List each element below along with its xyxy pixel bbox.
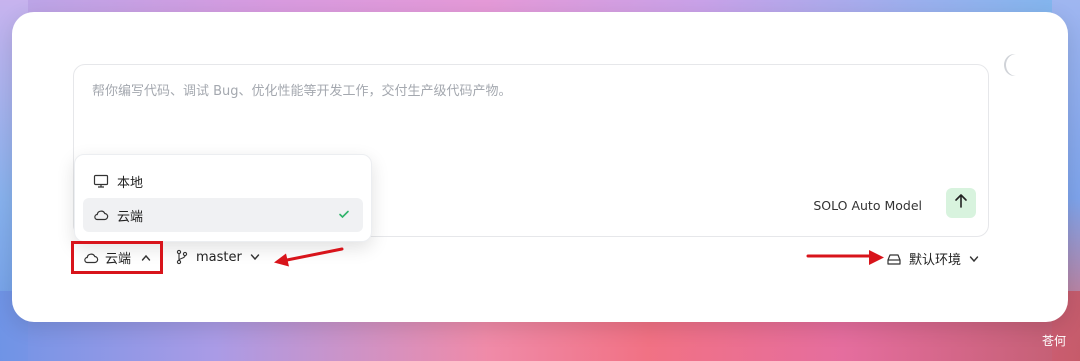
model-selector[interactable]: SOLO Auto Model [813, 198, 922, 213]
runtime-label: 默认环境 [909, 253, 962, 268]
watermark: 苍何 [1041, 334, 1066, 348]
chevron-up-icon [141, 254, 151, 262]
menu-item-cloud[interactable]: 云端 [83, 198, 363, 232]
monitor-icon [93, 173, 109, 189]
menu-item-label: 云端 [117, 209, 144, 225]
branch-selector[interactable]: master [176, 249, 260, 265]
arrow-up-icon [954, 193, 968, 213]
main-card: 帮你编写代码、调试 Bug、优化性能等开发工作，交付生产级代码产物。 SOLO … [12, 12, 1068, 322]
annotation-arrow-right [806, 250, 884, 265]
cloud-icon [93, 207, 109, 223]
annotation-arrow-left [274, 247, 344, 267]
menu-item-local[interactable]: 本地 [83, 164, 363, 198]
menu-item-label: 本地 [117, 175, 144, 191]
location-dropdown-menu: 本地 云端 [74, 154, 372, 242]
git-branch-icon [176, 249, 188, 265]
panel-edge-handle[interactable] [1006, 54, 1026, 76]
cloud-icon [83, 250, 99, 266]
environment-label: 云端 [105, 252, 132, 267]
chevron-down-icon [250, 253, 260, 261]
composer-placeholder: 帮你编写代码、调试 Bug、优化性能等开发工作，交付生产级代码产物。 [92, 84, 512, 99]
environment-selector[interactable]: 云端 [71, 241, 163, 274]
container-icon [886, 252, 902, 266]
check-icon [337, 207, 351, 225]
chevron-down-icon [969, 255, 979, 263]
runtime-environment-selector[interactable]: 默认环境 [886, 249, 979, 268]
send-button[interactable] [946, 188, 976, 218]
branch-label: master [196, 249, 242, 265]
